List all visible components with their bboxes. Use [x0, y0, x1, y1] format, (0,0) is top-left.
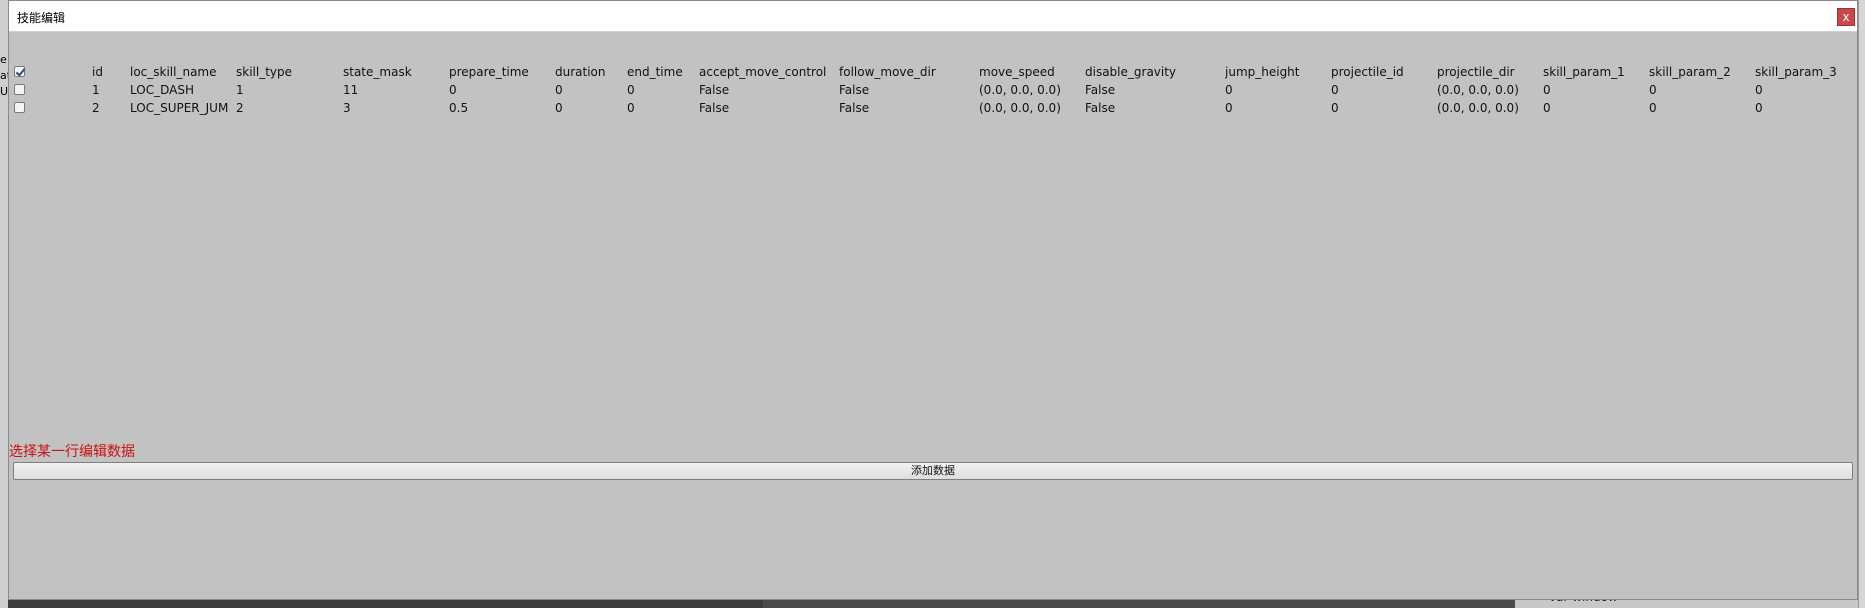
column-header-state-mask[interactable]: state_mask [343, 63, 412, 81]
cell-projectile-id: 0 [1331, 101, 1339, 115]
cell-disable-gravity: False [1085, 83, 1116, 97]
cell-follow-move-dir: False [839, 83, 870, 97]
cell-jump-height: 0 [1225, 101, 1233, 115]
cell-skill-type: 1 [236, 83, 244, 97]
cell-disable-gravity: False [1085, 101, 1116, 115]
cell-prepare-time: 0 [449, 83, 457, 97]
column-header-projectile-id[interactable]: projectile_id [1331, 63, 1404, 81]
column-header-skill-param-2[interactable]: skill_param_2 [1649, 63, 1731, 81]
column-header-skill-param-3[interactable]: skill_param_3 [1755, 63, 1837, 81]
cell-move-speed: (0.0, 0.0, 0.0) [979, 83, 1061, 97]
column-header-projectile-dir[interactable]: projectile_dir [1437, 63, 1515, 81]
cell-state-mask: 11 [343, 83, 359, 97]
cell-accept-move-control: False [699, 83, 730, 97]
column-header-loc-skill-name[interactable]: loc_skill_name [130, 63, 217, 81]
column-header-accept-move-control[interactable]: accept_move_control [699, 63, 826, 81]
cell-projectile-dir: (0.0, 0.0, 0.0) [1437, 83, 1519, 97]
table-row[interactable]: 2 LOC_SUPER_JUM 2 3 0.5 0 0 False False … [9, 99, 1857, 117]
cell-state-mask: 3 [343, 101, 351, 115]
column-header-id[interactable]: id [92, 63, 103, 81]
cell-projectile-id: 0 [1331, 83, 1339, 97]
background-scrollbar[interactable] [1858, 0, 1865, 608]
cell-duration: 0 [555, 101, 563, 115]
cell-end-time: 0 [627, 83, 635, 97]
column-header-jump-height[interactable]: jump_height [1225, 63, 1300, 81]
cell-id: 1 [92, 83, 100, 97]
cell-prepare-time: 0.5 [449, 101, 469, 115]
column-header-disable-gravity[interactable]: disable_gravity [1085, 63, 1176, 81]
cell-follow-move-dir: False [839, 101, 870, 115]
column-header-duration[interactable]: duration [555, 63, 606, 81]
background-left-text: e at U [0, 53, 8, 98]
column-header-follow-move-dir[interactable]: follow_move_dir [839, 63, 936, 81]
cell-skill-type: 2 [236, 101, 244, 115]
cell-accept-move-control: False [699, 101, 730, 115]
skill-table: id loc_skill_name skill_type state_mask … [9, 63, 1857, 117]
table-row[interactable]: 1 LOC_DASH 1 11 0 0 0 False False (0.0, … [9, 81, 1857, 99]
column-header-prepare-time[interactable]: prepare_time [449, 63, 529, 81]
cell-projectile-dir: (0.0, 0.0, 0.0) [1437, 101, 1519, 115]
cell-skill-param-1: 0 [1543, 101, 1551, 115]
cell-end-time: 0 [627, 101, 635, 115]
select-all-checkbox[interactable] [14, 66, 25, 77]
cell-duration: 0 [555, 83, 563, 97]
cell-skill-param-1: 0 [1543, 83, 1551, 97]
column-header-end-time[interactable]: end_time [627, 63, 683, 81]
column-header-move-speed[interactable]: move_speed [979, 63, 1055, 81]
edit-hint-text: 选择某一行编辑数据 [9, 444, 135, 460]
column-header-skill-type[interactable]: skill_type [236, 63, 292, 81]
close-button[interactable]: x [1837, 8, 1855, 26]
cell-move-speed: (0.0, 0.0, 0.0) [979, 101, 1061, 115]
cell-loc-skill-name: LOC_SUPER_JUM [130, 101, 229, 115]
cell-skill-param-2: 0 [1649, 83, 1657, 97]
cell-jump-height: 0 [1225, 83, 1233, 97]
cell-loc-skill-name: LOC_DASH [130, 83, 194, 97]
skill-edit-dialog: 技能编辑 x id loc_skill_name skill_type stat… [8, 0, 1858, 600]
column-header-skill-param-1[interactable]: skill_param_1 [1543, 63, 1625, 81]
dialog-title: 技能编辑 [17, 11, 66, 25]
add-data-button[interactable]: 添加数据 [13, 462, 1853, 480]
table-header-row: id loc_skill_name skill_type state_mask … [9, 63, 1857, 81]
row-checkbox[interactable] [14, 102, 25, 113]
cell-id: 2 [92, 101, 100, 115]
cell-skill-param-3: 0 [1755, 101, 1763, 115]
cell-skill-param-3: 0 [1755, 83, 1763, 97]
cell-skill-param-2: 0 [1649, 101, 1657, 115]
dialog-titlebar[interactable]: 技能编辑 x [9, 1, 1857, 32]
row-checkbox[interactable] [14, 84, 25, 95]
